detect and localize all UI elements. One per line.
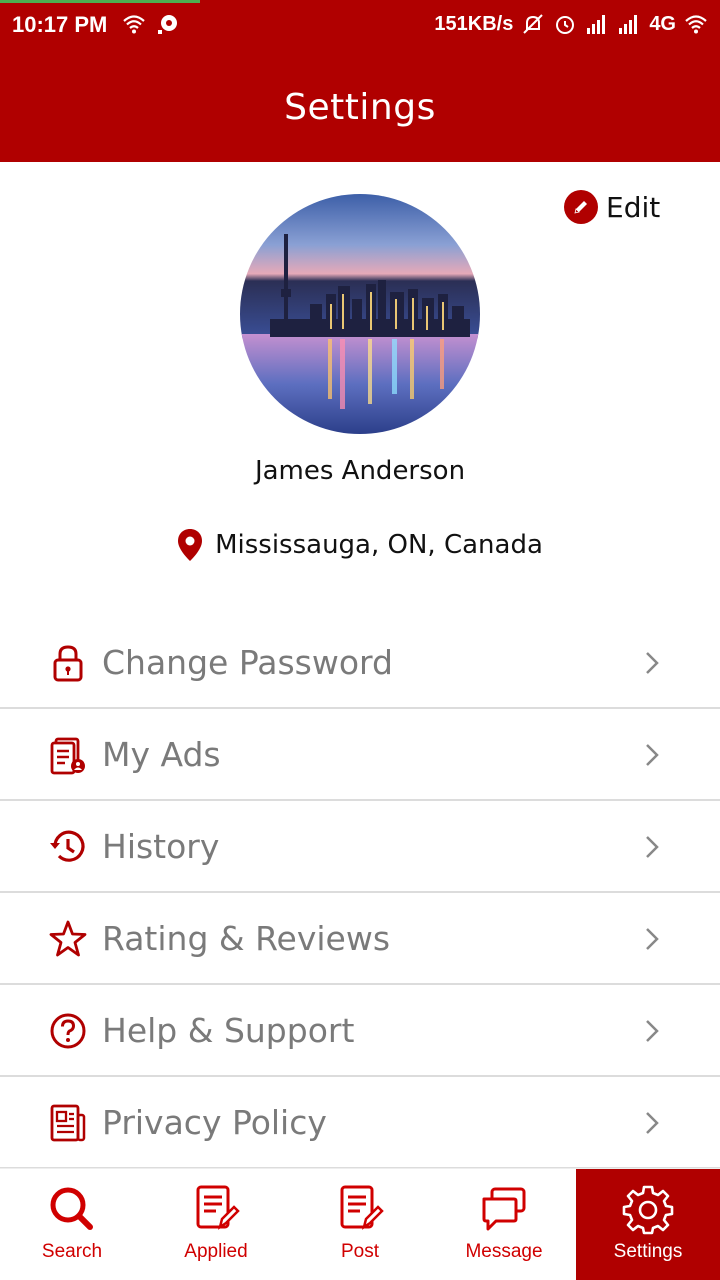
edit-label: Edit (606, 190, 661, 224)
menu-label: Rating & Reviews (102, 918, 391, 958)
menu-item-my-ads[interactable]: My Ads (0, 709, 720, 801)
nav-applied[interactable]: Applied (144, 1169, 288, 1280)
gear-icon (622, 1185, 674, 1235)
chevron-right-icon (646, 928, 659, 950)
nav-label: Settings (613, 1241, 683, 1262)
page-title: Settings (284, 86, 436, 128)
menu-item-history[interactable]: History (0, 801, 720, 893)
network-speed: 151KB/s (434, 12, 514, 35)
chevron-right-icon (646, 836, 659, 858)
menu-item-help-support[interactable]: Help & Support (0, 985, 720, 1077)
chevron-right-icon (646, 1020, 659, 1042)
notification-icon (158, 15, 177, 34)
menu-label: My Ads (102, 734, 221, 774)
message-icon (482, 1187, 526, 1231)
chevron-right-icon (646, 744, 659, 766)
nav-label: Message (465, 1241, 543, 1262)
search-icon (50, 1187, 93, 1230)
app-header: Settings (0, 52, 720, 162)
wifi-icon-2 (685, 15, 707, 34)
nav-settings[interactable]: Settings (576, 1169, 720, 1280)
applied-icon (196, 1185, 240, 1230)
menu-label: History (102, 826, 220, 866)
edit-profile-button[interactable]: Edit (564, 190, 660, 224)
lock-icon (53, 645, 83, 682)
nav-message[interactable]: Message (432, 1169, 576, 1280)
location-pin-icon (178, 529, 203, 561)
menu-label: Privacy Policy (102, 1102, 327, 1142)
nav-post[interactable]: Post (288, 1169, 432, 1280)
menu-label: Change Password (102, 642, 393, 682)
settings-menu: Change Password My Ads History Rating & … (0, 617, 720, 1169)
edit-icon (564, 190, 598, 224)
menu-item-change-password[interactable]: Change Password (0, 617, 720, 709)
avatar[interactable] (240, 194, 480, 434)
nav-search[interactable]: Search (0, 1169, 144, 1280)
wifi-icon (123, 15, 145, 34)
status-time: 10:17 PM (12, 12, 108, 37)
alarm-icon (556, 16, 575, 34)
network-type: 4G (649, 12, 676, 35)
chevron-right-icon (646, 652, 659, 674)
mute-icon (523, 14, 544, 34)
menu-item-rating-reviews[interactable]: Rating & Reviews (0, 893, 720, 985)
user-name: James Anderson (254, 456, 466, 486)
post-icon (340, 1185, 384, 1230)
policy-document-icon (50, 1104, 86, 1142)
star-icon (49, 920, 87, 957)
menu-item-privacy-policy[interactable]: Privacy Policy (0, 1077, 720, 1169)
nav-label: Post (340, 1241, 380, 1262)
ads-document-icon (50, 737, 85, 775)
nav-label: Applied (184, 1241, 248, 1262)
menu-label: Help & Support (102, 1010, 355, 1050)
status-bar: 10:17 PM 151KB/s 4G (0, 0, 720, 52)
nav-label: Search (41, 1241, 103, 1262)
location-text: Mississauga, ON, Canada (215, 530, 543, 560)
signal-icon-2 (619, 15, 638, 34)
status-progress-bar (0, 0, 200, 3)
chevron-right-icon (646, 1112, 659, 1134)
help-icon (50, 1013, 86, 1049)
history-icon (50, 830, 85, 862)
location-row: Mississauga, ON, Canada (0, 528, 720, 562)
signal-icon (587, 15, 606, 34)
bottom-nav: Search Applied Post Message Settings (0, 1168, 720, 1280)
